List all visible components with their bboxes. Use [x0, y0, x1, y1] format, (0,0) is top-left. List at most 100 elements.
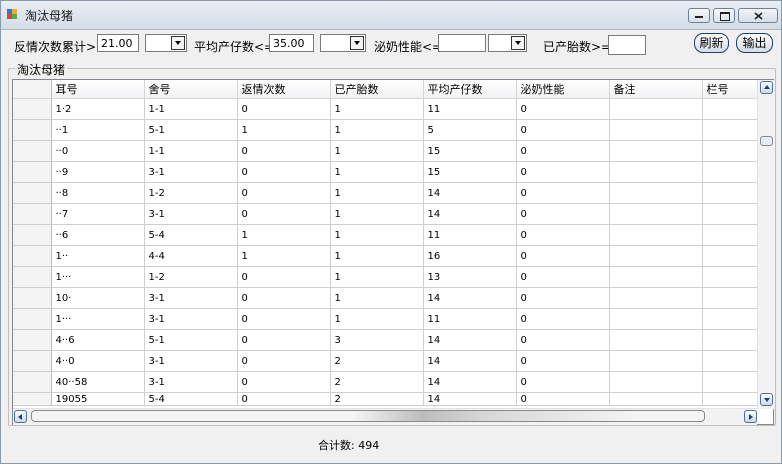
table-cell[interactable]: 1: [330, 287, 424, 309]
table-row[interactable]: 1··· 1-2 0 1 13 0: [13, 266, 763, 288]
table-cell[interactable]: 11: [423, 224, 517, 246]
table-cell[interactable]: 4··6: [51, 329, 145, 351]
table-cell[interactable]: 14: [423, 392, 517, 406]
table-cell[interactable]: 1-2: [144, 182, 238, 204]
table-cell[interactable]: 0: [516, 266, 610, 288]
vertical-scroll-thumb[interactable]: [760, 136, 773, 146]
table-cell[interactable]: 15: [423, 140, 517, 162]
table-cell[interactable]: 0: [516, 98, 610, 120]
table-cell[interactable]: 1: [330, 161, 424, 183]
column-header-lactation[interactable]: 泌奶性能: [516, 80, 610, 99]
minimize-button[interactable]: [688, 8, 710, 23]
parity-input[interactable]: [608, 35, 646, 55]
row-header[interactable]: [13, 203, 52, 225]
row-header[interactable]: [13, 140, 52, 162]
chevron-down-icon[interactable]: [350, 36, 364, 50]
table-cell[interactable]: 0: [237, 350, 331, 372]
table-cell[interactable]: ··0: [51, 140, 145, 162]
table-cell[interactable]: [702, 98, 763, 120]
table-cell[interactable]: 3-1: [144, 287, 238, 309]
table-cell[interactable]: [702, 119, 763, 141]
table-cell[interactable]: 11: [423, 98, 517, 120]
table-cell[interactable]: [609, 182, 703, 204]
scroll-up-button[interactable]: [760, 81, 773, 94]
row-header[interactable]: [13, 287, 52, 309]
estrus-count-combo[interactable]: [145, 34, 187, 52]
table-cell[interactable]: 2: [330, 392, 424, 406]
table-cell[interactable]: [609, 203, 703, 225]
table-cell[interactable]: 0: [516, 350, 610, 372]
table-cell[interactable]: 1·2: [51, 98, 145, 120]
table-cell[interactable]: 0: [516, 119, 610, 141]
table-row[interactable]: ··6 5-4 1 1 11 0: [13, 224, 763, 246]
table-cell[interactable]: [702, 245, 763, 267]
table-cell[interactable]: [609, 350, 703, 372]
table-cell[interactable]: 0: [237, 182, 331, 204]
table-row[interactable]: 40··58 3-1 0 2 14 0: [13, 371, 763, 393]
table-cell[interactable]: 5-4: [144, 392, 238, 406]
table-cell[interactable]: 1: [330, 308, 424, 330]
table-cell[interactable]: 0: [516, 140, 610, 162]
table-cell[interactable]: 1: [237, 224, 331, 246]
horizontal-scroll-thumb[interactable]: [31, 410, 705, 422]
table-cell[interactable]: [702, 140, 763, 162]
column-header-remarks[interactable]: 备注: [609, 80, 703, 99]
row-header[interactable]: [13, 371, 52, 393]
table-cell[interactable]: 0: [516, 203, 610, 225]
column-header-avg-litter[interactable]: 平均产仔数: [423, 80, 517, 99]
scroll-right-button[interactable]: [744, 410, 757, 423]
title-bar[interactable]: 淘汰母猪: [1, 1, 781, 30]
table-cell[interactable]: [702, 371, 763, 393]
column-header-parity[interactable]: 已产胎数: [330, 80, 424, 99]
maximize-button[interactable]: [713, 8, 735, 23]
table-cell[interactable]: [702, 287, 763, 309]
table-cell[interactable]: 15: [423, 161, 517, 183]
table-cell[interactable]: 0: [237, 266, 331, 288]
table-cell[interactable]: 2: [330, 350, 424, 372]
chevron-down-icon[interactable]: [171, 36, 185, 50]
column-header-return-count[interactable]: 返情次数: [237, 80, 331, 99]
table-cell[interactable]: 1: [237, 119, 331, 141]
table-cell[interactable]: [702, 182, 763, 204]
row-header[interactable]: [13, 224, 52, 246]
table-cell[interactable]: 1: [330, 245, 424, 267]
row-header[interactable]: [13, 161, 52, 183]
table-cell[interactable]: [702, 224, 763, 246]
table-cell[interactable]: [702, 350, 763, 372]
table-row[interactable]: ··1 5-1 1 1 5 0: [13, 119, 763, 141]
table-cell[interactable]: ··7: [51, 203, 145, 225]
table-cell[interactable]: 5: [423, 119, 517, 141]
table-cell[interactable]: 40··58: [51, 371, 145, 393]
table-cell[interactable]: [702, 266, 763, 288]
table-cell[interactable]: [609, 287, 703, 309]
table-cell[interactable]: 5-1: [144, 119, 238, 141]
table-cell[interactable]: 1-1: [144, 140, 238, 162]
table-cell[interactable]: 1: [330, 140, 424, 162]
estrus-count-input[interactable]: [97, 34, 139, 52]
table-cell[interactable]: [609, 392, 703, 406]
scroll-left-button[interactable]: [14, 410, 27, 423]
table-row[interactable]: 19055 5-4 0 2 14 0: [13, 392, 763, 406]
table-cell[interactable]: 3: [330, 329, 424, 351]
table-cell[interactable]: 0: [237, 287, 331, 309]
table-cell[interactable]: 16: [423, 245, 517, 267]
row-header-corner[interactable]: [13, 80, 52, 99]
table-cell[interactable]: 11: [423, 308, 517, 330]
table-cell[interactable]: 0: [516, 329, 610, 351]
lactation-combo[interactable]: [488, 34, 527, 52]
table-cell[interactable]: [702, 161, 763, 183]
column-header-pen-number[interactable]: 栏号: [702, 80, 763, 99]
table-cell[interactable]: [609, 140, 703, 162]
row-header[interactable]: [13, 392, 52, 406]
table-row[interactable]: 4··0 3-1 0 2 14 0: [13, 350, 763, 372]
table-cell[interactable]: [702, 392, 763, 406]
table-cell[interactable]: 1: [330, 266, 424, 288]
table-cell[interactable]: 0: [237, 308, 331, 330]
horizontal-scrollbar[interactable]: [13, 408, 757, 425]
table-cell[interactable]: 3-1: [144, 350, 238, 372]
table-cell[interactable]: 5-4: [144, 224, 238, 246]
table-cell[interactable]: 3-1: [144, 161, 238, 183]
table-cell[interactable]: 1··: [51, 245, 145, 267]
table-cell[interactable]: 5-1: [144, 329, 238, 351]
vertical-scrollbar[interactable]: [757, 80, 775, 409]
